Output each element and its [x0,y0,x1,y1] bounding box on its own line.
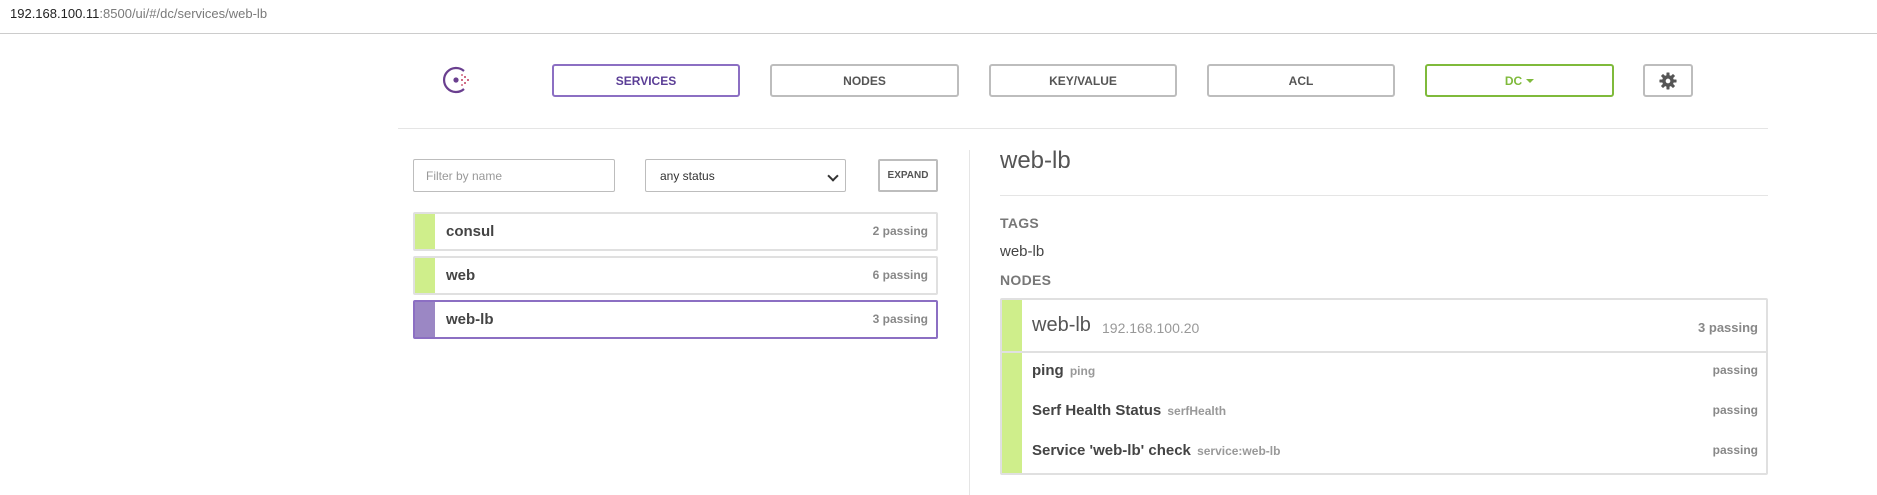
column-divider [969,150,970,495]
check-status: passing [1712,443,1758,457]
node-card: web-lb 192.168.100.20 3 passing ping pin… [1000,298,1768,475]
check-item: Serf Health Status serfHealth [1032,402,1226,419]
service-item-consul[interactable]: consul 2 passing [413,212,938,251]
status-select[interactable]: any status [645,159,846,192]
filter-by-name-input[interactable] [413,159,615,192]
health-indicator [415,214,435,249]
service-passing-count: 2 passing [872,224,928,238]
service-item-web-lb[interactable]: web-lb 3 passing [413,300,938,339]
service-name: web [446,267,476,284]
nav-keyvalue-button[interactable]: KEY/VALUE [989,64,1177,97]
address-bar[interactable]: 192.168.100.11:8500/ui/#/dc/services/web… [0,0,1877,34]
detail-divider [1000,195,1768,196]
health-indicator [415,258,435,293]
gear-icon [1659,71,1677,90]
header-divider [398,128,1768,129]
url-text[interactable]: 192.168.100.11:8500/ui/#/dc/services/web… [10,6,267,21]
node-address: 192.168.100.20 [1102,320,1200,336]
node-name-link[interactable]: web-lb [1032,314,1091,337]
url-host: 192.168.100.11 [10,6,100,21]
health-indicator [415,302,435,337]
check-status: passing [1712,403,1758,417]
datacenter-label: DC [1504,73,1523,88]
service-passing-count: 6 passing [872,268,928,282]
expand-button[interactable]: EXPAND [878,159,938,192]
url-path: :8500/ui/#/dc/services/web-lb [99,6,268,21]
nav-nodes-button[interactable]: NODES [770,64,959,97]
status-select-value: any status [660,168,715,183]
check-id: serfHealth [1167,404,1227,418]
settings-button[interactable] [1643,64,1693,97]
service-name: web-lb [446,311,494,328]
nodes-heading: NODES [1000,272,1052,288]
datacenter-dropdown[interactable]: DC [1425,64,1614,97]
service-item-web[interactable]: web 6 passing [413,256,938,295]
check-name: ping [1032,362,1064,379]
check-item: ping ping [1032,362,1095,379]
health-indicator [1002,300,1022,473]
check-id: ping [1069,364,1096,378]
service-passing-count: 3 passing [872,312,928,326]
check-status: passing [1712,363,1758,377]
check-item: Service 'web-lb' check service:web-lb [1032,442,1280,459]
tags-heading: TAGS [1000,215,1040,231]
check-name: Service 'web-lb' check [1032,442,1191,459]
node-header-divider [1002,351,1766,353]
service-detail-title: web-lb [1000,147,1071,174]
caret-down-icon [1526,78,1535,83]
node-passing-count: 3 passing [1698,320,1758,335]
tag-value: web-lb [1000,243,1045,260]
check-name: Serf Health Status [1032,402,1162,419]
check-id: service:web-lb [1197,444,1281,458]
nav-acl-button[interactable]: ACL [1207,64,1395,97]
nav-services-button[interactable]: SERVICES [552,64,740,97]
chevron-down-icon [827,170,839,182]
consul-logo-icon[interactable] [442,64,474,96]
service-name: consul [446,223,495,240]
